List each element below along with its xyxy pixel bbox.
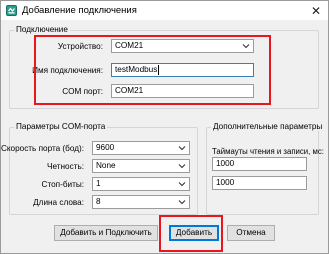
com-params-legend: Параметры COM-порта [14, 122, 108, 131]
baud-rate-value: 9600 [96, 143, 115, 152]
chevron-down-icon [178, 182, 186, 187]
stop-bits-label: Стоп-биты: [41, 180, 84, 189]
cancel-button[interactable]: Отмена [227, 225, 275, 241]
word-length-label: Длина слова: [33, 198, 84, 207]
app-icon [6, 5, 17, 16]
connection-group-legend: Подключение [14, 25, 70, 34]
read-timeout-value: 1000 [216, 159, 235, 168]
add-and-connect-button[interactable]: Добавить и Подключить [54, 225, 158, 241]
window-title: Добавление подключения [22, 5, 137, 16]
chevron-down-icon [178, 200, 186, 205]
chevron-down-icon [178, 164, 186, 169]
parity-select[interactable]: None [92, 159, 190, 173]
write-timeout-value: 1000 [216, 178, 235, 187]
extra-params-group: Дополнительные параметры [206, 122, 325, 215]
read-timeout-input[interactable]: 1000 [212, 157, 307, 171]
stop-bits-select[interactable]: 1 [92, 177, 190, 191]
baud-rate-select[interactable]: 9600 [92, 141, 190, 155]
connection-highlight-box [34, 35, 271, 105]
chevron-down-icon [178, 146, 186, 151]
stop-bits-value: 1 [96, 179, 101, 188]
write-timeout-input[interactable]: 1000 [212, 176, 307, 190]
parity-label: Четность: [47, 162, 84, 171]
add-connection-dialog: Добавление подключения ✕ Подключение Уст… [0, 0, 329, 254]
baud-rate-label: Скорость порта (бод): [0, 144, 84, 153]
parity-value: None [96, 161, 116, 170]
timeouts-label: Таймауты чтения и записи, мс: [212, 147, 324, 156]
word-length-value: 8 [96, 197, 101, 206]
close-icon[interactable]: ✕ [308, 3, 324, 18]
word-length-select[interactable]: 8 [92, 195, 190, 209]
add-button-highlight-box [159, 215, 223, 252]
extra-params-legend: Дополнительные параметры [211, 122, 325, 131]
title-bar[interactable]: Добавление подключения ✕ [1, 1, 328, 20]
